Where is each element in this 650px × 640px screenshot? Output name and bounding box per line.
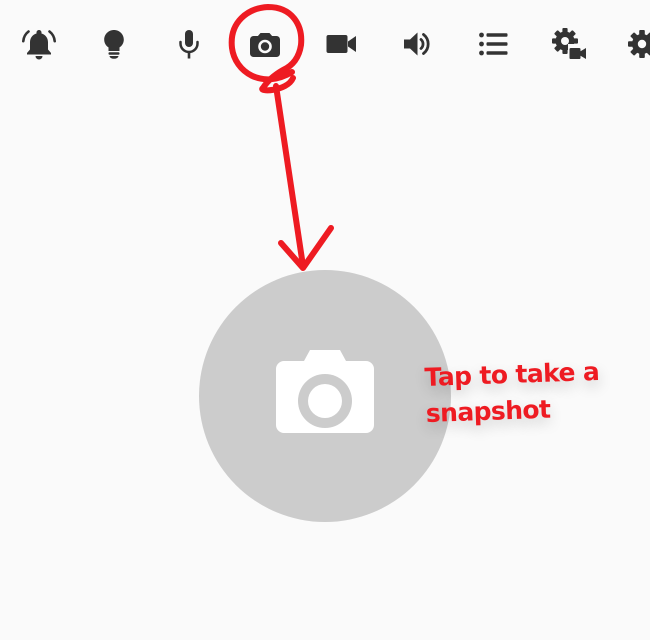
list-icon [479,32,508,56]
microphone-icon [179,30,199,59]
tab-camera-settings[interactable] [547,22,591,66]
tab-settings[interactable] [620,22,650,66]
alarm-bell-icon [22,30,56,60]
annotation-arrow-shaft [273,83,306,269]
snapshot-button[interactable] [199,270,451,522]
gear-icon [628,30,650,58]
tab-volume[interactable] [395,22,439,66]
tab-list[interactable] [471,22,515,66]
screen: Tap to take a snapshot [0,0,650,640]
tab-alarm[interactable] [17,22,61,66]
volume-icon [404,32,430,56]
camera-icon [276,350,374,433]
callout-line-1: Tap to take a [424,356,600,392]
tab-light[interactable] [92,22,136,66]
lightbulb-icon [104,30,124,59]
callout-line-2: snapshot [425,394,551,428]
annotation-callout: Tap to take a snapshot [424,353,626,432]
toolbar [0,0,650,90]
tab-audio[interactable] [167,22,211,66]
camera-icon [250,33,280,57]
camera-settings-icon [552,28,587,62]
video-camera-icon [326,35,356,53]
tab-video[interactable] [319,22,363,66]
tab-camera[interactable] [243,22,287,66]
annotation-arrow-head [278,225,334,271]
